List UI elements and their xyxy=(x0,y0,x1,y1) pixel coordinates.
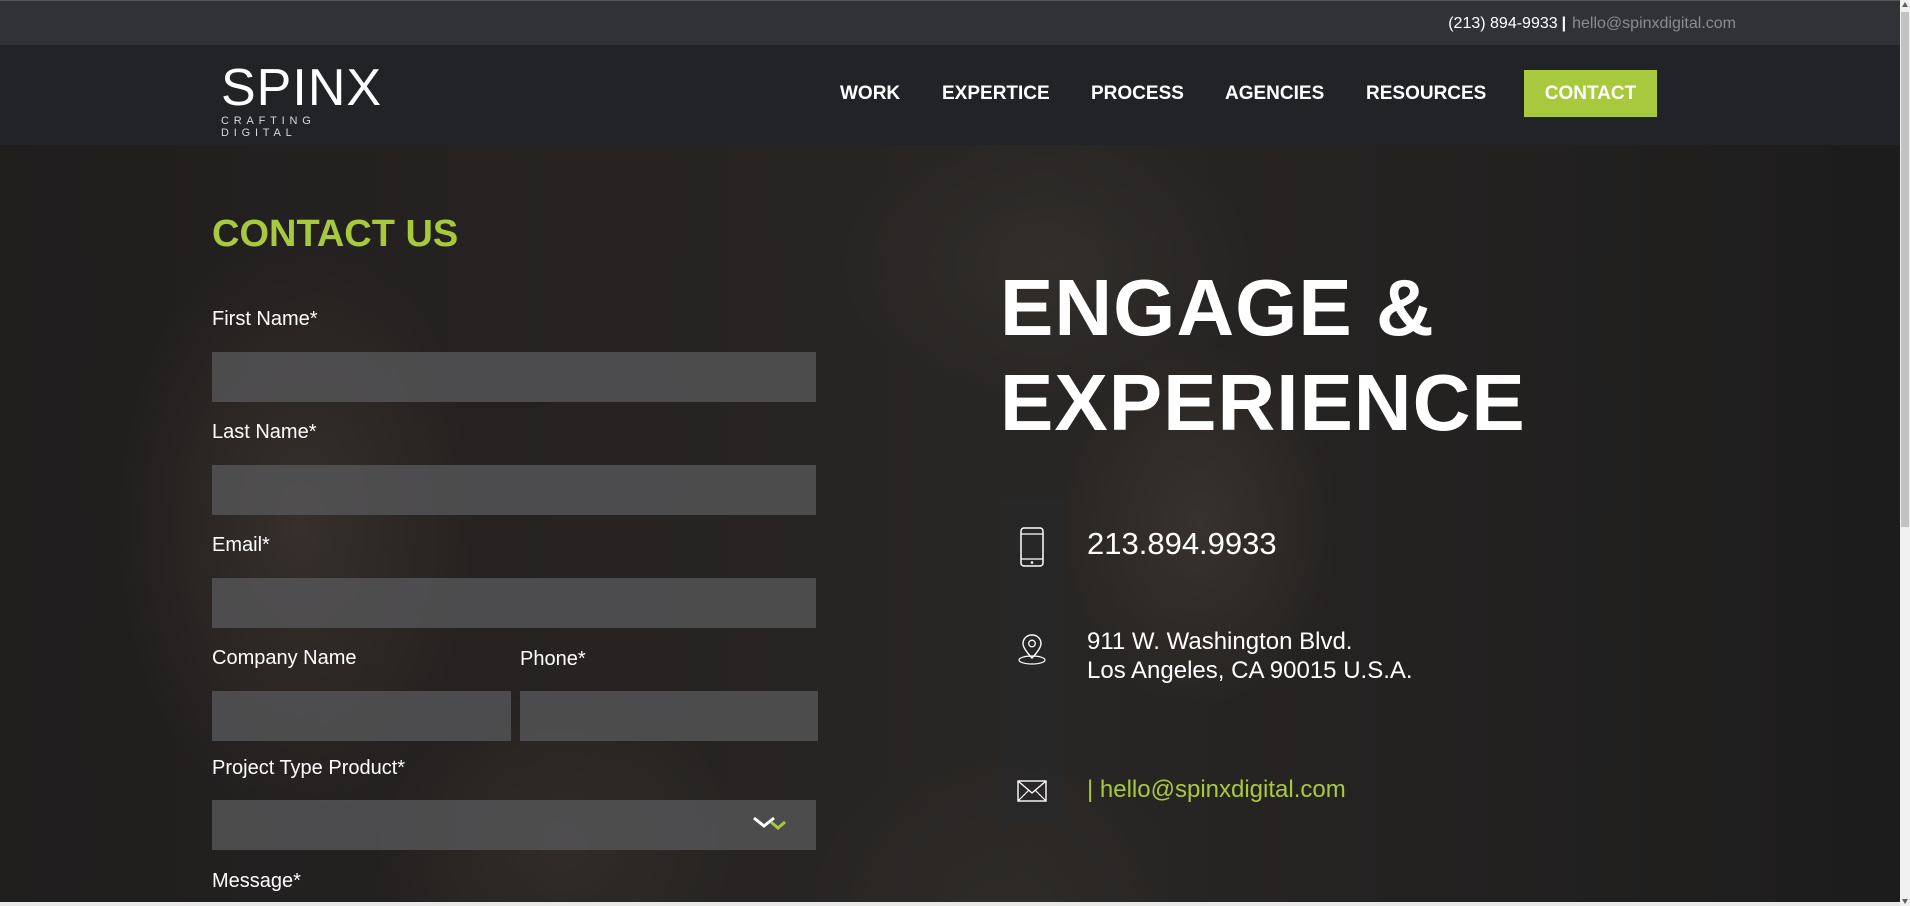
location-pin-icon xyxy=(1018,634,1046,665)
contact-email-link[interactable]: | hello@spinxdigital.com xyxy=(1087,776,1346,804)
nav-agencies[interactable]: AGENCIES xyxy=(1225,83,1324,105)
contact-phone[interactable]: 213.894.9933 xyxy=(1087,526,1277,562)
scroll-down-arrow-icon[interactable] xyxy=(1902,899,1908,904)
project-type-label: Project Type Product* xyxy=(212,757,406,779)
scroll-up-arrow-icon[interactable] xyxy=(1902,2,1908,7)
address-line-2: Los Angeles, CA 90015 U.S.A. xyxy=(1087,657,1413,684)
phone-label: Phone* xyxy=(520,648,586,670)
spinx-logo[interactable]: SPINX CRAFTING DIGITAL xyxy=(221,59,391,139)
logo-wordmark: SPINX xyxy=(221,59,383,117)
email-label: Email* xyxy=(212,534,270,556)
first-name-label: First Name* xyxy=(212,308,318,330)
top-email-link[interactable]: hello@spinxdigital.com xyxy=(1572,15,1736,32)
mobile-phone-icon xyxy=(1020,527,1044,567)
message-label: Message* xyxy=(212,870,301,892)
project-type-select[interactable] xyxy=(212,800,816,850)
contact-hero: CONTACT US First Name* Last Name* Email*… xyxy=(0,145,1900,906)
email-input[interactable] xyxy=(212,578,816,628)
top-contact-info: (213) 894-9933 | hello@spinxdigital.com xyxy=(1448,15,1736,33)
nav-work[interactable]: WORK xyxy=(840,83,900,105)
scrollbar-thumb[interactable] xyxy=(1901,12,1909,527)
nav-contact-button[interactable]: CONTACT xyxy=(1524,70,1657,117)
top-phone-link[interactable]: (213) 894-9933 xyxy=(1448,15,1557,32)
vertical-scrollbar[interactable] xyxy=(1900,0,1910,906)
engage-line-2: EXPERIENCE xyxy=(1000,358,1526,447)
main-navbar: SPINX CRAFTING DIGITAL WORK EXPERTICE PR… xyxy=(0,45,1900,145)
first-name-input[interactable] xyxy=(212,352,816,402)
phone-input[interactable] xyxy=(520,691,818,741)
last-name-input[interactable] xyxy=(212,465,816,515)
horizontal-scrollbar[interactable] xyxy=(0,902,1900,906)
contact-us-title: CONTACT US xyxy=(212,213,459,255)
company-name-input[interactable] xyxy=(212,691,511,741)
company-name-label: Company Name xyxy=(212,647,357,669)
chevron-down-icon[interactable] xyxy=(752,812,792,836)
top-contact-bar: (213) 894-9933 | hello@spinxdigital.com xyxy=(0,0,1900,45)
address-line-1: 911 W. Washington Blvd. xyxy=(1087,628,1353,655)
nav-resources[interactable]: RESOURCES xyxy=(1366,83,1486,105)
nav-expertice[interactable]: EXPERTICE xyxy=(942,83,1050,105)
last-name-label: Last Name* xyxy=(212,421,317,443)
nav-process[interactable]: PROCESS xyxy=(1091,83,1184,105)
contact-address: 911 W. Washington Blvd. Los Angeles, CA … xyxy=(1087,627,1413,685)
logo-tagline: CRAFTING DIGITAL xyxy=(221,115,316,139)
envelope-icon xyxy=(1017,780,1047,802)
engage-line-1: ENGAGE & xyxy=(1000,263,1435,352)
top-separator: | xyxy=(1561,15,1567,32)
engage-experience-heading: ENGAGE & EXPERIENCE xyxy=(1000,260,1526,450)
